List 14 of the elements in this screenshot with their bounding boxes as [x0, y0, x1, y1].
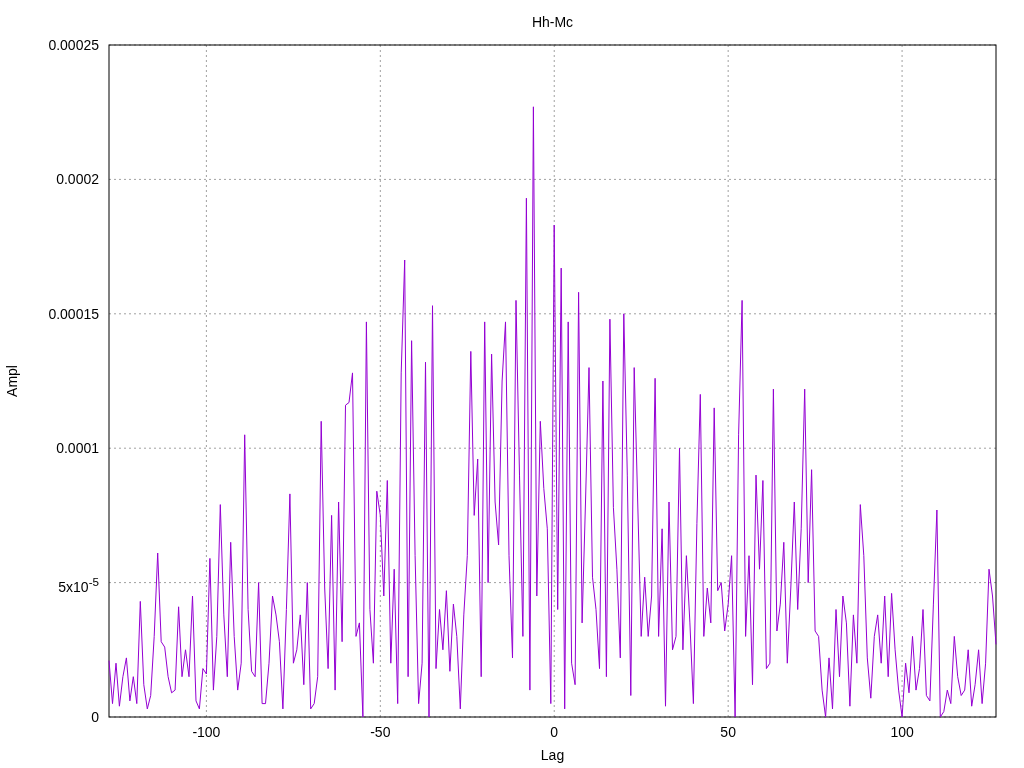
x-axis-label: Lag [540, 747, 565, 763]
y-axis-label: Ampl [4, 365, 20, 397]
y-tick-label: 0 [91, 709, 99, 725]
x-tick-label: 0 [550, 724, 559, 740]
x-tick-label: -50 [370, 724, 391, 740]
chart-title: Hh-Mc [531, 14, 574, 30]
y-tick-label: 0.0002 [56, 171, 99, 188]
y-tick-label: 5x10$^{-5}$ [58, 579, 99, 594]
y-tick-label: 0.00015 [48, 305, 99, 322]
x-tick-label: -100 [192, 724, 221, 740]
x-tick-label: 100 [890, 724, 914, 740]
y-tick-label: 0.00025 [48, 37, 99, 53]
y-tick-label: 0.0001 [56, 440, 99, 457]
x-tick-label: 50 [720, 724, 736, 740]
